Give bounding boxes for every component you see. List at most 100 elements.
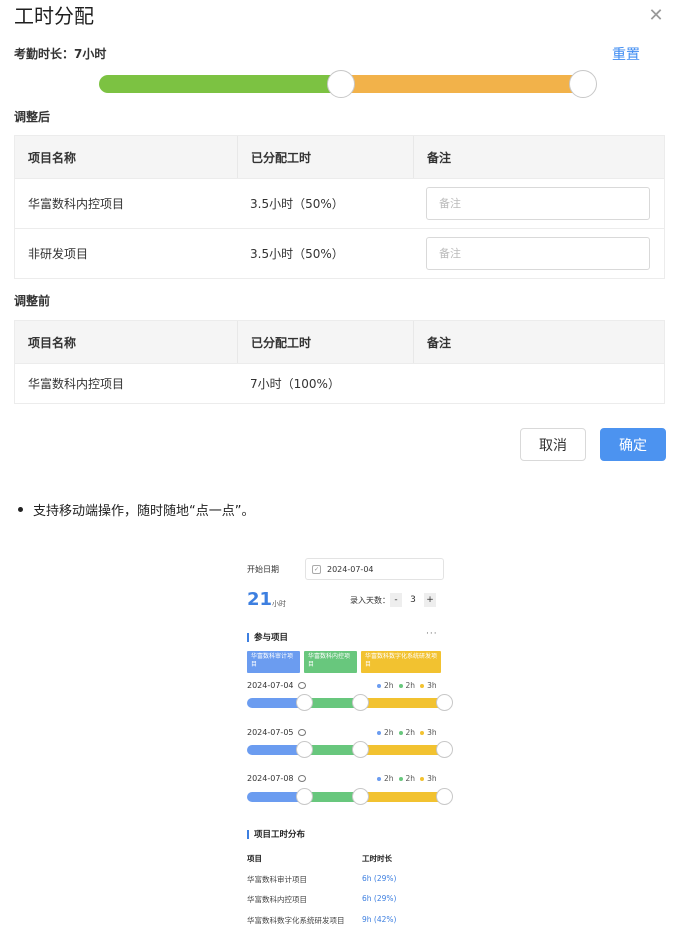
days-value: 3 <box>410 595 416 605</box>
cell-project: 非研发项目 <box>28 247 89 261</box>
project-tag[interactable]: 华富数科内控项目 <box>304 651 357 673</box>
slider-handle[interactable] <box>296 788 313 805</box>
slider-handle[interactable] <box>352 741 369 758</box>
ellipsis-icon[interactable]: ··· <box>426 629 438 639</box>
total-hours: 21 <box>247 589 273 610</box>
comment-icon[interactable] <box>297 775 306 782</box>
dist-header-project: 项目 <box>247 854 262 863</box>
slider-handle[interactable] <box>296 694 313 711</box>
calendar-icon: ✓ <box>312 564 321 574</box>
legend-dot <box>398 683 403 688</box>
legend-item: 2h <box>398 681 416 690</box>
table-header: 项目名称 已分配工时 备注 <box>15 136 664 178</box>
cell-hours: 3.5小时（50%） <box>250 247 344 261</box>
legend-item: 2h <box>398 728 415 737</box>
distribution-section-title: 项目工时分布 <box>247 828 305 840</box>
slider-handle[interactable] <box>436 788 453 805</box>
day-date-text: 2024-07-05 <box>247 728 294 737</box>
slider-handle[interactable] <box>436 694 453 711</box>
legend-value: 3h <box>427 774 437 783</box>
before-table: 项目名称 已分配工时 备注 华富数科内控项目 7小时（100%） <box>14 320 665 404</box>
legend-dot <box>377 730 381 735</box>
reset-button[interactable]: 重置 <box>612 44 640 64</box>
legend-dot <box>420 683 425 688</box>
cell-project: 华富数科内控项目 <box>28 197 125 211</box>
cell-hours: 7小时（100%） <box>250 377 340 391</box>
dist-hours: 6h (29%) <box>362 894 397 903</box>
projects-section-title: 参与项目 <box>247 631 288 643</box>
slider-handle-1[interactable] <box>327 70 355 98</box>
header-note: 备注 <box>413 136 664 178</box>
start-date-label: 开始日期 <box>247 565 279 574</box>
slider-segment <box>361 792 444 802</box>
allocation-slider[interactable] <box>99 70 597 98</box>
dist-hours: 9h (42%) <box>362 915 397 924</box>
day-legend: 2h 2h 3h <box>377 728 437 737</box>
attendance-label: 考勤时长：7小时 <box>14 47 107 61</box>
close-icon[interactable]: ✕ <box>646 6 666 26</box>
day-slider[interactable] <box>247 788 453 805</box>
legend-item: 2h <box>377 728 394 737</box>
header-project: 项目名称 <box>28 150 77 165</box>
project-tag[interactable]: 华富数科审计项目 <box>247 651 300 673</box>
table-row: 非研发项目 3.5小时（50%） <box>15 228 664 278</box>
dist-header-hours: 工时时长 <box>362 854 392 863</box>
legend-item: 2h <box>377 681 394 690</box>
day-slider[interactable] <box>247 741 453 758</box>
legend-value: 2h <box>384 728 394 737</box>
day-slider[interactable] <box>247 694 453 711</box>
start-date-value: 2024-07-04 <box>327 564 374 574</box>
header-hours: 已分配工时 <box>237 136 413 178</box>
table-header: 项目名称 已分配工时 备注 <box>15 321 664 363</box>
day-date-text: 2024-07-04 <box>247 681 294 690</box>
cell-note <box>413 364 664 403</box>
day-date: 2024-07-08 <box>247 774 306 783</box>
legend-dot <box>398 776 403 781</box>
legend-value: 3h <box>427 681 437 690</box>
dialog-title: 工时分配 <box>14 4 94 28</box>
comment-icon[interactable] <box>297 729 306 736</box>
slider-handle[interactable] <box>436 741 453 758</box>
header-project: 项目名称 <box>28 335 77 350</box>
legend-item: 3h <box>420 774 437 783</box>
days-label: 录入天数： <box>350 596 390 605</box>
slider-handle[interactable] <box>296 741 313 758</box>
days-plus-button[interactable]: + <box>424 593 436 607</box>
cell-note <box>413 179 664 228</box>
legend-item: 2h <box>398 774 416 783</box>
before-section-label: 调整前 <box>14 294 51 308</box>
cell-note <box>413 229 664 278</box>
start-date-picker[interactable]: ✓ 2024-07-04 <box>305 558 444 580</box>
project-tag[interactable]: 华富数科数字化系统研发项目 <box>361 651 441 673</box>
slider-handle[interactable] <box>352 788 369 805</box>
legend-item: 2h <box>377 774 394 783</box>
day-date-text: 2024-07-08 <box>247 774 294 783</box>
legend-value: 2h <box>384 774 394 783</box>
slider-segment-2 <box>341 75 583 93</box>
note-input[interactable] <box>426 187 650 220</box>
dist-hours: 6h (29%) <box>362 874 397 883</box>
table-row: 华富数科内控项目 7小时（100%） <box>15 363 664 403</box>
comment-icon[interactable] <box>297 682 306 689</box>
legend-dot <box>377 683 381 688</box>
day-date: 2024-07-04 <box>247 681 306 690</box>
after-section-label: 调整后 <box>14 110 51 124</box>
cancel-button[interactable]: 取消 <box>520 428 586 461</box>
slider-handle[interactable] <box>352 694 369 711</box>
day-legend: 2h 2h 3h <box>377 774 437 783</box>
confirm-button[interactable]: 确定 <box>600 428 666 461</box>
dist-project: 华富数科审计项目 <box>247 875 307 884</box>
slider-handle-2[interactable] <box>569 70 597 98</box>
day-date: 2024-07-05 <box>247 728 306 737</box>
legend-dot <box>420 730 425 735</box>
header-note: 备注 <box>413 321 664 363</box>
legend-value: 2h <box>405 774 416 783</box>
legend-dot <box>398 730 403 735</box>
note-input[interactable] <box>426 237 650 270</box>
header-hours: 已分配工时 <box>237 321 413 363</box>
slider-segment <box>361 698 444 708</box>
after-table: 项目名称 已分配工时 备注 华富数科内控项目 3.5小时（50%） 非研发项目 … <box>14 135 665 279</box>
days-minus-button[interactable]: - <box>390 593 402 607</box>
legend-item: 3h <box>420 728 437 737</box>
legend-value: 2h <box>405 681 416 690</box>
